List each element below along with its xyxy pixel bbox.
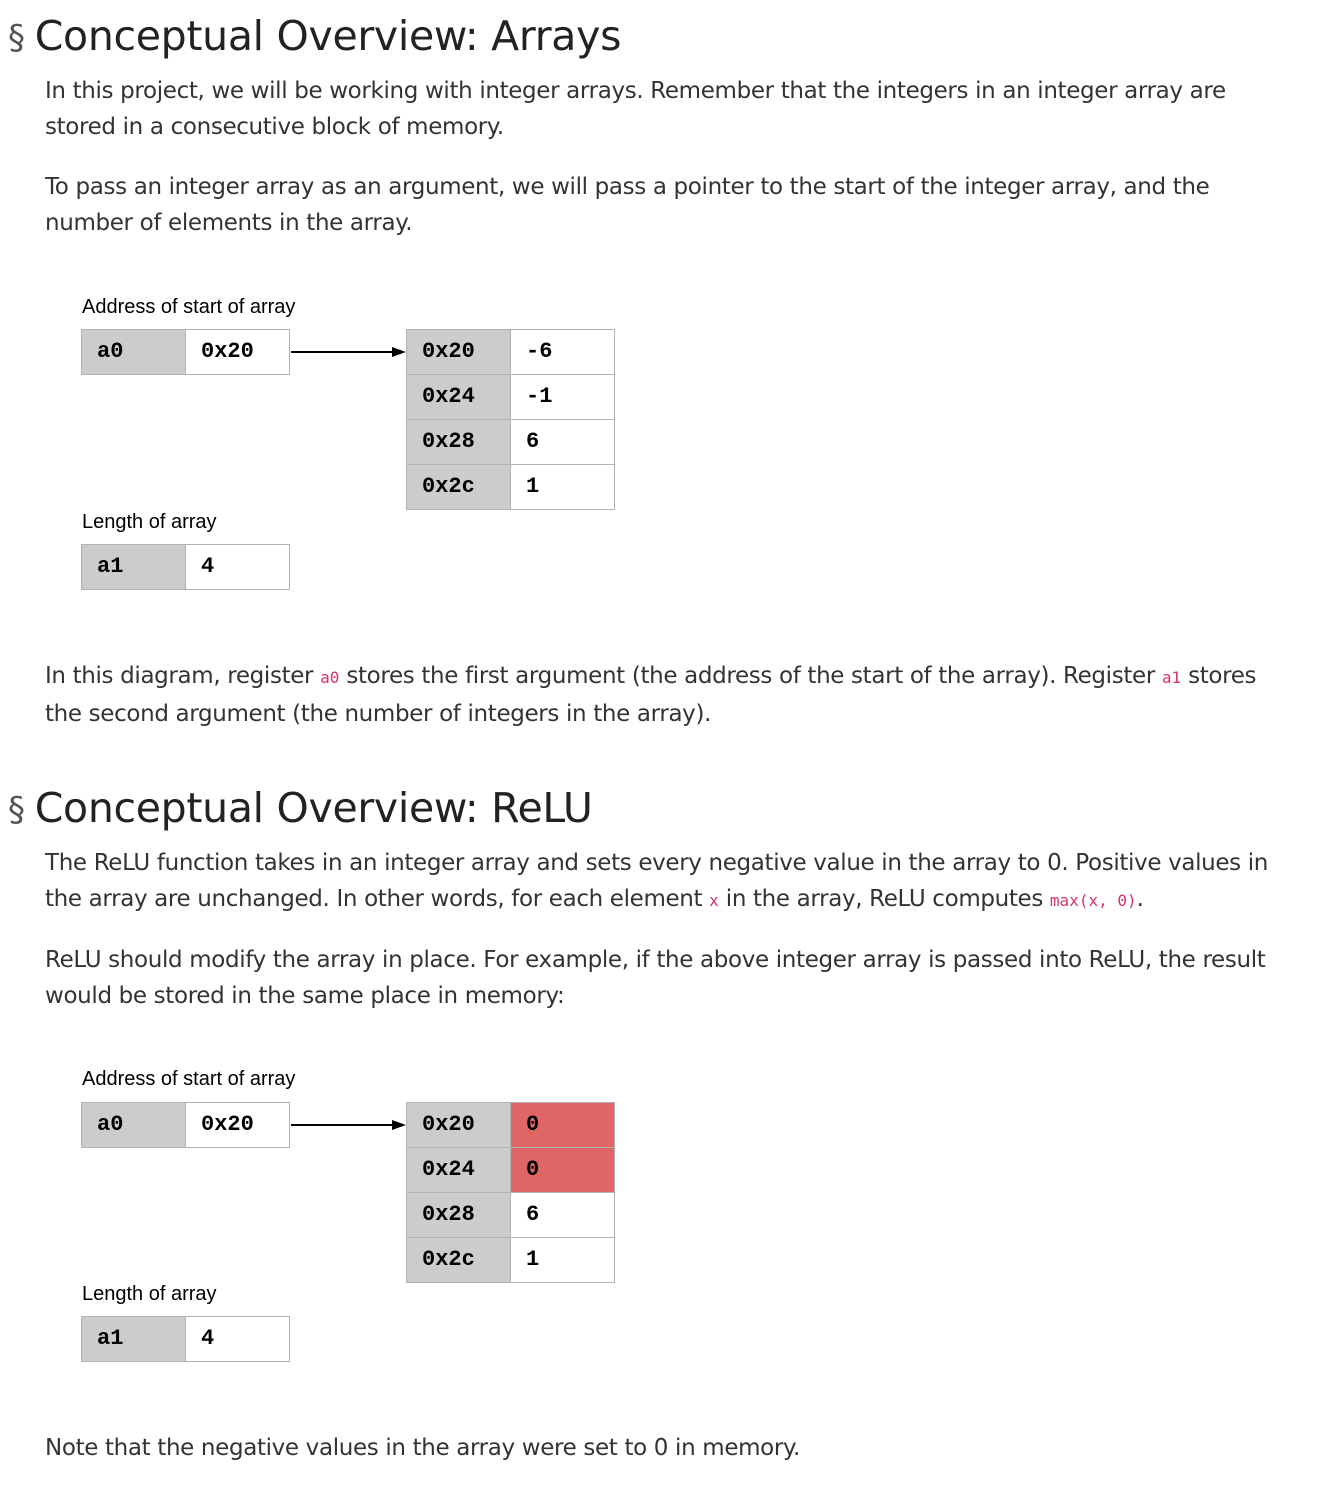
memory-row: 0x28 6 [406,1192,616,1238]
memory-row: 0x20 0 [406,1102,616,1148]
inline-code-max: max(x, 0) [1049,891,1137,910]
memory-address: 0x2c [406,1237,511,1283]
register-value: 0x20 [185,329,290,375]
memory-value-zeroed: 0 [510,1147,615,1193]
register-name: a0 [81,329,186,375]
section-anchor-link[interactable]: § [8,784,25,836]
memory-row: 0x28 6 [406,419,616,465]
paragraph-relu-intro: The ReLU function takes in an integer ar… [45,845,1280,919]
section-title: Conceptual Overview: Arrays [34,12,622,60]
register-name: a0 [81,1102,186,1148]
paragraph-diagram-explanation: In this diagram, register a0 stores the … [45,658,1280,732]
memory-value: 6 [510,419,615,465]
memory-address: 0x28 [406,1192,511,1238]
memory-block: 0x20 -6 0x24 -1 0x28 6 0x2c 1 [406,329,616,510]
paragraph-note: Note that the negative values in the arr… [45,1435,800,1461]
memory-diagram-after: Address of start of array a0 0x20 0x20 0… [0,1053,700,1363]
length-label: Length of array [82,1283,217,1305]
register-a1: a1 4 [81,544,291,590]
memory-address: 0x20 [406,1102,511,1148]
register-value: 0x20 [185,1102,290,1148]
memory-value: -1 [510,374,615,420]
pointer-arrow [291,347,406,357]
memory-value: 1 [510,464,615,510]
inline-code-a1: a1 [1161,668,1182,687]
memory-address: 0x20 [406,329,511,375]
pointer-arrow [291,1120,406,1130]
register-value: 4 [185,1316,290,1362]
text-run: stores the first argument (the address o… [339,663,1162,689]
text-run: . [1136,886,1144,912]
memory-address: 0x28 [406,419,511,465]
register-name: a1 [81,1316,186,1362]
register-name: a1 [81,544,186,590]
section-title: Conceptual Overview: ReLU [34,784,593,832]
memory-row: 0x2c 1 [406,1237,616,1283]
memory-value: -6 [510,329,615,375]
register-a0: a0 0x20 [81,1102,291,1148]
memory-value: 6 [510,1192,615,1238]
text-run: In this diagram, register [45,663,321,689]
section-heading-arrays: § Conceptual Overview: Arrays [8,10,621,64]
address-label: Address of start of array [82,1068,296,1090]
section-anchor-link[interactable]: § [8,12,25,64]
paragraph-relu-in-place: ReLU should modify the array in place. F… [45,947,1266,1009]
memory-row: 0x2c 1 [406,464,616,510]
memory-address: 0x24 [406,1147,511,1193]
length-label: Length of array [82,511,217,533]
memory-diagram-before: Address of start of array a0 0x20 0x20 -… [0,280,700,590]
memory-row: 0x24 -1 [406,374,616,420]
text-run: in the array, ReLU computes [718,886,1050,912]
memory-row: 0x20 -6 [406,329,616,375]
page: § Conceptual Overview: Arrays In this pro… [0,0,1326,1486]
memory-block: 0x20 0 0x24 0 0x28 6 0x2c 1 [406,1102,616,1283]
memory-value: 1 [510,1237,615,1283]
paragraph-pass-array: To pass an integer array as an argument,… [45,174,1210,236]
memory-address: 0x24 [406,374,511,420]
register-a1: a1 4 [81,1316,291,1362]
paragraph-arrays-intro: In this project, we will be working with… [45,78,1226,140]
memory-address: 0x2c [406,464,511,510]
register-a0: a0 0x20 [81,329,291,375]
memory-value-zeroed: 0 [510,1102,615,1148]
inline-code-a0: a0 [320,668,340,687]
register-value: 4 [185,544,290,590]
memory-row: 0x24 0 [406,1147,616,1193]
inline-code-x: x [709,891,719,910]
section-heading-relu: § Conceptual Overview: ReLU [8,782,593,836]
address-label: Address of start of array [82,296,296,318]
